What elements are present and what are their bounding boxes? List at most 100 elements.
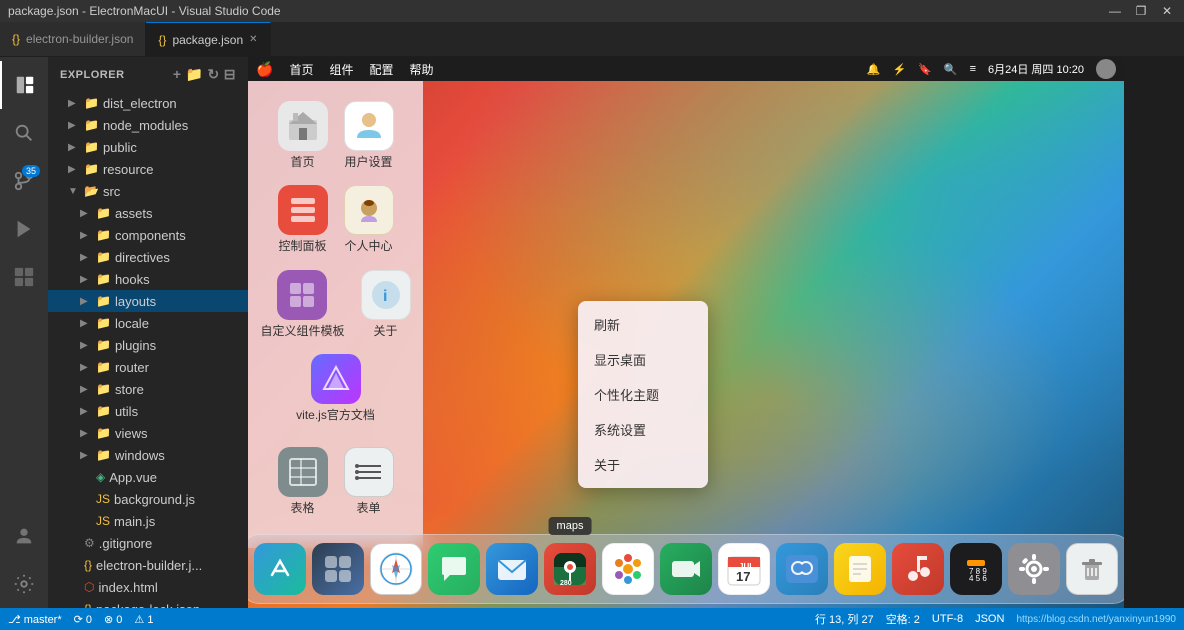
mac-menu-components[interactable]: 组件 <box>329 61 353 78</box>
dock-facetime[interactable] <box>660 543 712 595</box>
mac-icon-about[interactable]: i 关于 <box>357 266 415 342</box>
sidebar-item-label: layouts <box>115 294 156 309</box>
context-system-settings[interactable]: 系统设置 <box>578 412 708 447</box>
sidebar-item-gitignore[interactable]: ⚙ .gitignore <box>48 532 248 554</box>
run-icon[interactable] <box>0 205 48 253</box>
dock-notes[interactable] <box>834 543 886 595</box>
apple-logo[interactable]: 🍎 <box>256 61 273 78</box>
mac-icon-control-panel[interactable]: 控制面板 <box>274 181 332 257</box>
refresh-icon[interactable]: ↻ <box>208 66 220 83</box>
dock-messages[interactable] <box>428 543 480 595</box>
avatar-icon[interactable] <box>1096 59 1116 79</box>
mac-desktop[interactable]: 首页 用户设置 <box>248 81 1124 608</box>
new-file-icon[interactable]: + <box>173 66 182 83</box>
mac-menu-home[interactable]: 首页 <box>289 61 313 78</box>
dock-calculator[interactable]: 7 8 94 5 6 <box>950 543 1002 595</box>
sidebar-item-router[interactable]: ▶ 📁 router <box>48 356 248 378</box>
sidebar-item-resource[interactable]: ▶ 📁 resource <box>48 158 248 180</box>
sidebar-title: Explorer <box>60 69 125 81</box>
dock-trash[interactable] <box>1066 543 1118 595</box>
dock-app-store[interactable] <box>254 543 306 595</box>
encoding[interactable]: UTF-8 <box>932 613 963 625</box>
search-icon[interactable] <box>0 109 48 157</box>
sidebar-item-src[interactable]: ▼ 📂 src <box>48 180 248 202</box>
dock-safari[interactable] <box>370 543 422 595</box>
search-menu-icon[interactable]: 🔍 <box>944 63 958 76</box>
minimap <box>1124 57 1184 608</box>
extensions-icon[interactable] <box>0 253 48 301</box>
mac-icon-list[interactable]: 表单 <box>340 443 398 519</box>
sidebar-item-components[interactable]: ▶ 📁 components <box>48 224 248 246</box>
bookmark-icon[interactable]: 🔖 <box>918 63 932 76</box>
sidebar-item-public[interactable]: ▶ 📁 public <box>48 136 248 158</box>
sidebar-item-directives[interactable]: ▶ 📁 directives <box>48 246 248 268</box>
indentation[interactable]: 空格: 2 <box>886 611 920 627</box>
sidebar-item-layouts[interactable]: ▶ 📁 layouts <box>48 290 248 312</box>
dock-maps[interactable]: maps 280 <box>544 543 596 595</box>
dock-system-prefs[interactable] <box>1008 543 1060 595</box>
mac-icon-custom-template[interactable]: 自定义组件模板 <box>256 266 348 342</box>
new-folder-icon[interactable]: 📁 <box>186 66 204 83</box>
dock-launchpad[interactable] <box>312 543 364 595</box>
sidebar-item-windows[interactable]: ▶ 📁 windows <box>48 444 248 466</box>
tab-close-button[interactable]: ✕ <box>249 34 257 45</box>
file-format[interactable]: JSON <box>975 613 1004 625</box>
status-bar-left: ⎇ master* ⟳ 0 ⊗ 0 ⚠ 1 <box>8 613 153 626</box>
sidebar-item-label: node_modules <box>103 118 188 133</box>
context-theme[interactable]: 个性化主题 <box>578 377 708 412</box>
minimize-button[interactable]: — <box>1106 4 1124 18</box>
sidebar-item-app-vue[interactable]: ◈ App.vue <box>48 466 248 488</box>
context-show-desktop[interactable]: 显示桌面 <box>578 342 708 377</box>
sidebar-item-utils[interactable]: ▶ 📁 utils <box>48 400 248 422</box>
warnings-status[interactable]: ⚠ 1 <box>134 613 153 626</box>
git-branch[interactable]: ⎇ master* <box>8 613 62 626</box>
close-button[interactable]: ✕ <box>1158 4 1176 18</box>
dock-mail[interactable] <box>486 543 538 595</box>
mac-menu-config[interactable]: 配置 <box>369 61 393 78</box>
sidebar-item-views[interactable]: ▶ 📁 views <box>48 422 248 444</box>
sidebar-item-locale[interactable]: ▶ 📁 locale <box>48 312 248 334</box>
status-bar-right: 行 13, 列 27 空格: 2 UTF-8 JSON https://blog… <box>815 611 1176 627</box>
sidebar-item-index-html[interactable]: ⬡ index.html <box>48 576 248 598</box>
sidebar-item-assets[interactable]: ▶ 📁 assets <box>48 202 248 224</box>
dock-finder[interactable] <box>776 543 828 595</box>
mac-icon-label: 自定义组件模板 <box>260 324 344 338</box>
source-control-icon[interactable]: 35 <box>0 157 48 205</box>
explorer-icon[interactable] <box>0 61 48 109</box>
cursor-position[interactable]: 行 13, 列 27 <box>815 611 874 627</box>
context-about[interactable]: 关于 <box>578 447 708 482</box>
mac-icon-vite-docs[interactable]: vite.js官方文档 <box>292 350 379 426</box>
maximize-button[interactable]: ❐ <box>1132 4 1150 18</box>
mac-menu-help[interactable]: 帮助 <box>409 61 433 78</box>
tab-package-json[interactable]: {} package.json ✕ <box>146 22 270 56</box>
svg-text:4 5 6: 4 5 6 <box>969 574 987 583</box>
sidebar-item-store[interactable]: ▶ 📁 store <box>48 378 248 400</box>
control-center-icon[interactable]: ≡ <box>970 63 976 75</box>
mac-icon-home[interactable]: 首页 <box>274 97 332 173</box>
tab-label-active: package.json <box>172 33 243 47</box>
collapse-icon[interactable]: ⊟ <box>224 66 236 83</box>
sidebar-item-main-js[interactable]: JS main.js <box>48 510 248 532</box>
accounts-icon[interactable] <box>0 512 48 560</box>
context-refresh[interactable]: 刷新 <box>578 307 708 342</box>
sidebar-item-electron-builder[interactable]: {} electron-builder.j... <box>48 554 248 576</box>
mac-icon-table[interactable]: 表格 <box>274 443 332 519</box>
mac-icon-personal-center[interactable]: 个人中心 <box>340 181 398 257</box>
dock-photos[interactable] <box>602 543 654 595</box>
sidebar-item-package-lock[interactable]: {} package-lock.json <box>48 598 248 608</box>
sidebar-item-node-modules[interactable]: ▶ 📁 node_modules <box>48 114 248 136</box>
sidebar-item-plugins[interactable]: ▶ 📁 plugins <box>48 334 248 356</box>
settings-icon[interactable] <box>0 560 48 608</box>
sync-status[interactable]: ⟳ 0 <box>74 613 92 626</box>
sidebar-item-dist-electron[interactable]: ▶ 📁 dist_electron <box>48 92 248 114</box>
notification-icon[interactable]: 🔔 <box>867 63 881 76</box>
mac-icon-user-settings[interactable]: 用户设置 <box>340 97 398 173</box>
tab-electron-builder[interactable]: {} electron-builder.json <box>0 22 146 56</box>
wifi-icon[interactable]: ⚡ <box>892 63 906 76</box>
sidebar-item-background-js[interactable]: JS background.js <box>48 488 248 510</box>
csdn-url[interactable]: https://blog.csdn.net/yanxinyun1990 <box>1016 614 1176 625</box>
errors-status[interactable]: ⊗ 0 <box>104 613 122 626</box>
dock-music[interactable] <box>892 543 944 595</box>
dock-calendar[interactable]: JUL17 <box>718 543 770 595</box>
sidebar-item-hooks[interactable]: ▶ 📁 hooks <box>48 268 248 290</box>
